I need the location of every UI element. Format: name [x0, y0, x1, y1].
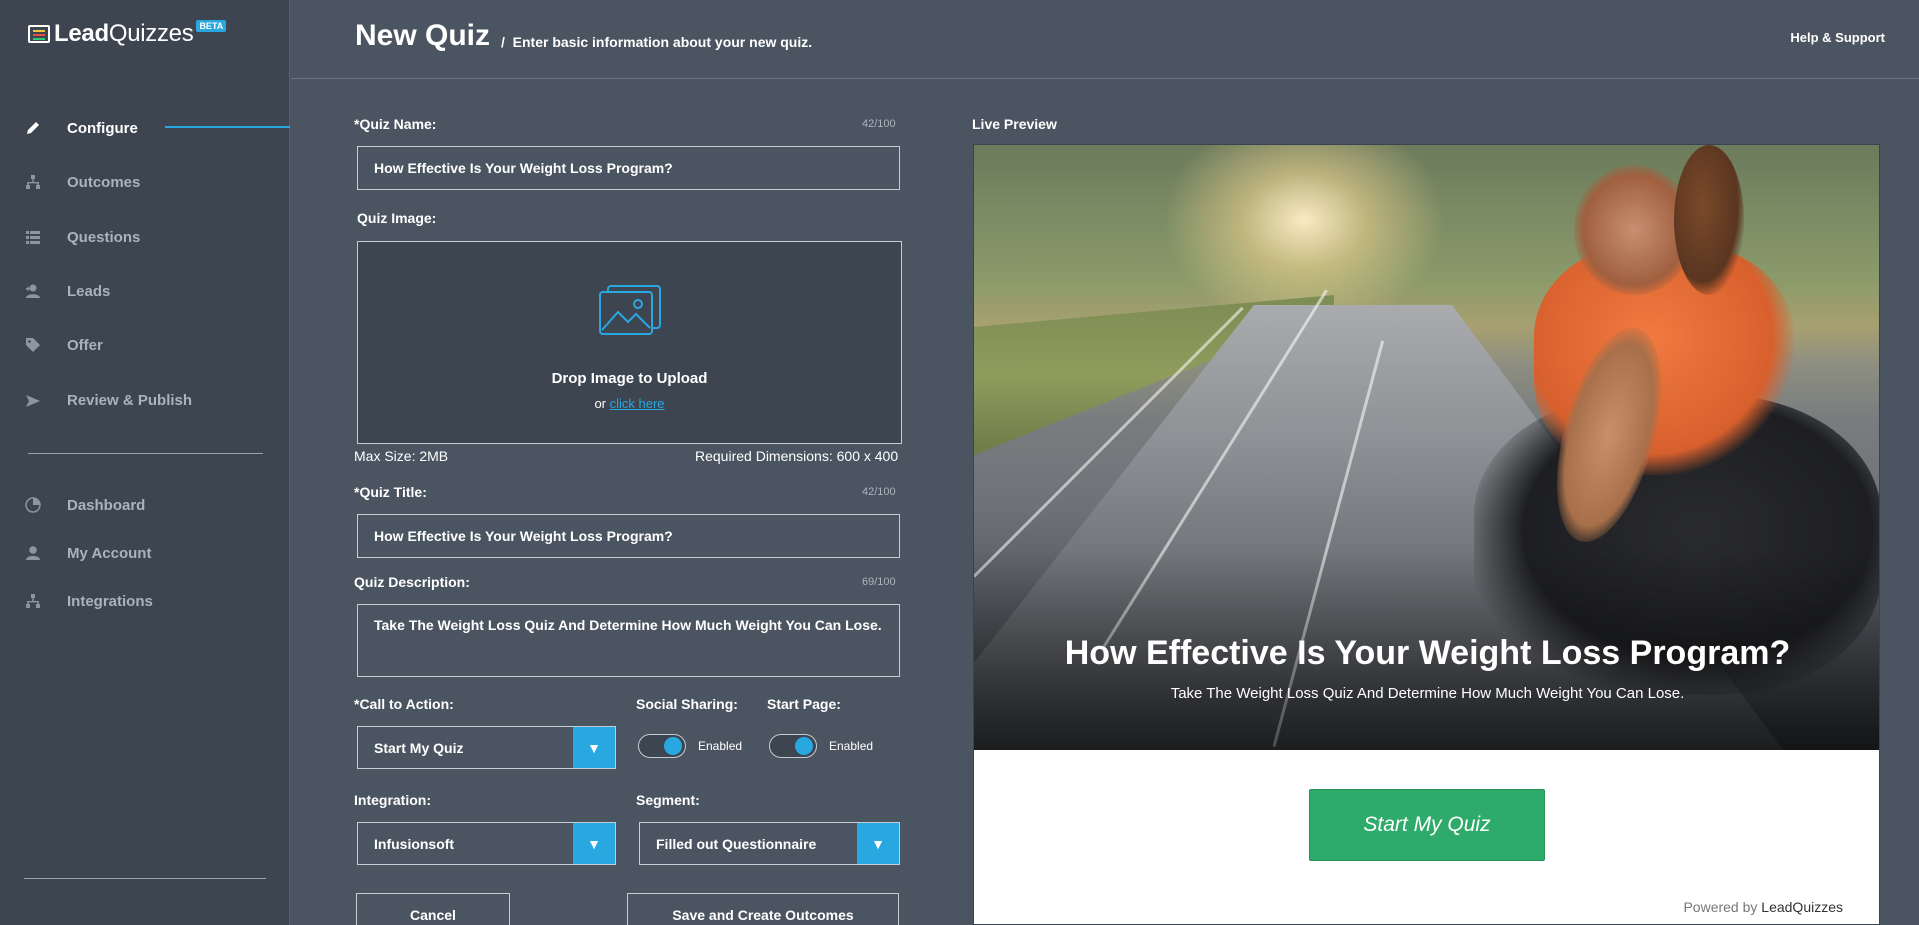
segment-label: Segment: — [636, 792, 700, 808]
upload-alt-text: or click here — [594, 396, 665, 411]
image-icon — [599, 285, 661, 335]
sidebar-item-offer[interactable]: Offer — [24, 332, 103, 358]
sidebar-item-integrations[interactable]: Integrations — [24, 588, 153, 614]
chevron-down-icon: ▼ — [857, 823, 899, 864]
quiz-title-label: *Quiz Title: — [354, 484, 427, 500]
integration-label: Integration: — [354, 792, 431, 808]
send-icon — [24, 391, 42, 409]
call-to-action-select[interactable]: Start My Quiz ▼ — [357, 726, 616, 769]
sidebar-divider — [24, 878, 266, 879]
sidebar-item-outcomes[interactable]: Outcomes — [24, 169, 140, 195]
drop-image-text: Drop Image to Upload — [551, 370, 708, 387]
quiz-hero-image: How Effective Is Your Weight Loss Progra… — [974, 145, 1879, 750]
required-dimensions-text: Required Dimensions: 600 x 400 — [695, 448, 899, 464]
save-create-outcomes-button[interactable]: Save and Create Outcomes — [627, 893, 899, 925]
cancel-button[interactable]: Cancel — [356, 893, 510, 925]
quiz-title-input[interactable]: How Effective Is Your Weight Loss Progra… — [357, 514, 900, 558]
preview-quiz-description: Take The Weight Loss Quiz And Determine … — [1170, 685, 1685, 702]
start-page-toggle[interactable]: Enabled — [769, 734, 873, 758]
page-title: New Quiz — [355, 19, 491, 52]
quiz-description-label: Quiz Description: — [354, 574, 470, 590]
start-quiz-button[interactable]: Start My Quiz — [1309, 789, 1545, 861]
quiz-image-label: Quiz Image: — [357, 210, 437, 226]
help-support-link[interactable]: Help & Support — [1790, 30, 1885, 45]
chevron-down-icon: ▼ — [573, 823, 615, 864]
preview-quiz-title: How Effective Is Your Weight Loss Progra… — [1064, 634, 1791, 672]
live-preview-panel: How Effective Is Your Weight Loss Progra… — [973, 144, 1880, 925]
sidebar-item-leads[interactable]: Leads — [24, 278, 110, 304]
quiz-description-counter: 69/100 — [862, 576, 896, 588]
sidebar-item-configure[interactable]: Configure — [24, 115, 138, 141]
logo[interactable]: LeadQuizzes BETA — [28, 20, 227, 48]
sidebar-item-dashboard[interactable]: Dashboard — [24, 492, 145, 518]
list-icon — [24, 228, 42, 246]
quiz-name-label: *Quiz Name: — [354, 116, 437, 132]
social-sharing-label: Social Sharing: — [636, 696, 738, 712]
sidebar-item-my-account[interactable]: My Account — [24, 540, 151, 566]
pencil-icon — [24, 119, 42, 137]
beta-badge: BETA — [196, 20, 227, 32]
active-indicator — [165, 126, 290, 128]
logo-icon — [28, 25, 50, 43]
quiz-name-input[interactable]: How Effective Is Your Weight Loss Progra… — [357, 146, 900, 190]
tag-icon — [24, 336, 42, 354]
page-header: New Quiz / Enter basic information about… — [291, 0, 1919, 79]
page-subtitle: / Enter basic information about your new… — [501, 34, 813, 50]
sidebar: LeadQuizzes BETA Configure Outcomes Ques… — [0, 0, 290, 925]
hierarchy-icon — [24, 592, 42, 610]
click-here-link[interactable]: click here — [610, 396, 665, 411]
quiz-name-counter: 42/100 — [862, 118, 896, 130]
start-page-label: Start Page: — [767, 696, 841, 712]
sidebar-divider — [28, 453, 263, 454]
segment-select[interactable]: Filled out Questionnaire ▼ — [639, 822, 900, 865]
quiz-title-counter: 42/100 — [862, 486, 896, 498]
call-to-action-label: *Call to Action: — [354, 696, 454, 712]
sidebar-item-review-publish[interactable]: Review & Publish — [24, 387, 192, 413]
max-size-text: Max Size: 2MB — [354, 448, 449, 464]
chevron-down-icon: ▼ — [573, 727, 615, 768]
powered-by-text: Powered by LeadQuizzes — [1683, 899, 1843, 915]
live-preview-label: Live Preview — [972, 116, 1057, 132]
integration-select[interactable]: Infusionsoft ▼ — [357, 822, 616, 865]
user-plus-icon — [24, 282, 42, 300]
pie-chart-icon — [24, 496, 42, 514]
user-icon — [24, 544, 42, 562]
image-dropzone[interactable]: Drop Image to Upload or click here — [357, 241, 902, 444]
social-sharing-toggle[interactable]: Enabled — [638, 734, 742, 758]
quiz-description-textarea[interactable]: Take The Weight Loss Quiz And Determine … — [357, 604, 900, 677]
sidebar-item-questions[interactable]: Questions — [24, 224, 140, 250]
hierarchy-icon — [24, 173, 42, 191]
